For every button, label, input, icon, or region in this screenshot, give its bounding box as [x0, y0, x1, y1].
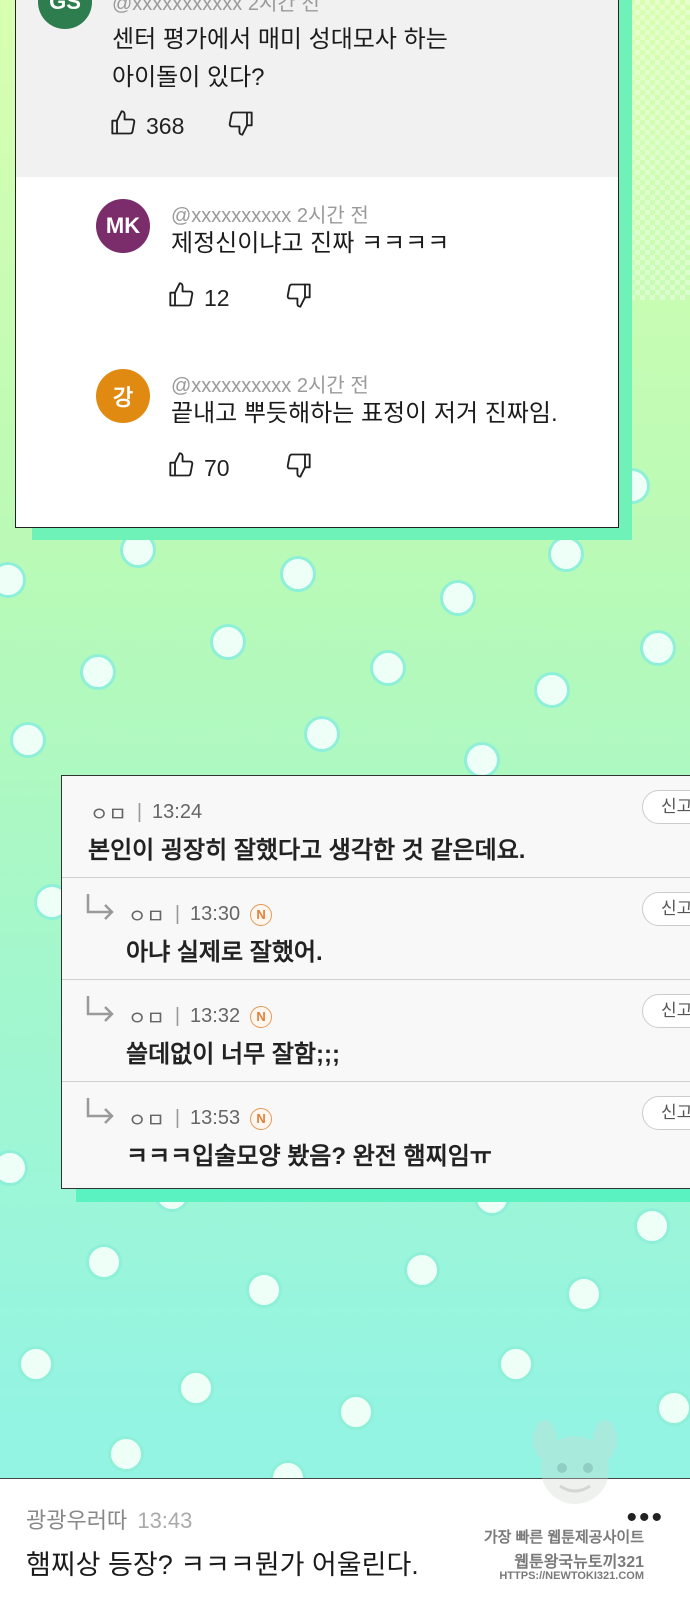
new-badge: N [250, 1005, 273, 1028]
new-badge: N [250, 1107, 273, 1130]
thumbs-down-icon[interactable] [284, 451, 312, 485]
comment-text: 본인이 굉장히 잘했다고 생각한 것 같은데요. [88, 837, 526, 864]
top-comment: GS @xxxxxxxxxxx 2시간 전 센터 평가에서 매미 성대모사 하는… [16, 0, 618, 177]
thumbs-up-icon[interactable] [110, 109, 138, 143]
report-button[interactable]: 신고 [642, 790, 690, 824]
reply-arrow-icon [84, 1096, 118, 1135]
comment-time: 13:30 [190, 903, 241, 925]
comment-handle: @xxxxxxxxxx 2시간 전 [171, 375, 369, 397]
reply-row: ㅇㅁ | 13:30 N 아냐 실제로 잘했어. 신고 [62, 878, 690, 980]
comment-user: ㅇㅁ [128, 906, 165, 928]
dot [86, 1244, 122, 1280]
comment-time: 13:43 [137, 1508, 193, 1533]
dot [548, 536, 584, 572]
dot [304, 716, 340, 752]
dot [634, 1208, 670, 1244]
avatar: GS [38, 0, 92, 29]
comment-meta: ㅇㅁ | 13:30 N [128, 900, 273, 929]
comment-user: ㅇㅁ [90, 804, 127, 826]
dot [246, 1272, 282, 1308]
thumbs-up-icon[interactable] [168, 451, 196, 485]
comment-text: 제정신이냐고 진짜 ㅋㅋㅋㅋ [171, 230, 450, 257]
reply-arrow-icon [84, 892, 118, 931]
like-row: 368 [110, 109, 254, 143]
dot [370, 650, 406, 686]
dot [0, 1150, 28, 1186]
dot [640, 630, 676, 666]
comment-handle: @xxxxxxxxxxx 2시간 전 [112, 0, 320, 15]
dot [80, 654, 116, 690]
comment-row: ㅇㅁ | 13:24 본인이 굉장히 잘했다고 생각한 것 같은데요. 신고 [62, 776, 690, 878]
meta-divider: | [174, 903, 181, 925]
comment-time: 13:24 [152, 801, 203, 823]
report-button[interactable]: 신고 [642, 1096, 690, 1130]
thumbs-down-icon[interactable] [226, 109, 254, 143]
comment-text: 아냐 실제로 잘했어. [126, 939, 323, 966]
comment-text-line2: 아이돌이 있다? [112, 64, 265, 91]
dot [10, 722, 46, 758]
avatar: MK [96, 199, 150, 253]
dot [280, 556, 316, 592]
dot [534, 672, 570, 708]
dot [464, 742, 500, 778]
thumbs-down-icon[interactable] [284, 281, 312, 315]
comment-text: 센터 평가에서 매미 성대모사 하는 아이돌이 있다? [112, 21, 448, 97]
dot [404, 1252, 440, 1288]
naver-comment-panel: ㅇㅁ | 13:24 본인이 굉장히 잘했다고 생각한 것 같은데요. 신고 ㅇ… [61, 775, 690, 1189]
dot [210, 624, 246, 660]
comment-text: 햄찌상 등장? ㅋㅋㅋ뭔가 어울린다. [26, 1550, 419, 1580]
dot [656, 1390, 690, 1426]
dot [566, 1276, 602, 1312]
meta-divider: | [174, 1107, 181, 1129]
report-button[interactable]: 신고 [642, 892, 690, 926]
comment-time: 13:53 [190, 1107, 241, 1129]
reply-row: ㅇㅁ | 13:32 N 쓸데없이 너무 잘함;;; 신고 [62, 980, 690, 1082]
report-button[interactable]: 신고 [642, 994, 690, 1028]
comment-meta: ㅇㅁ | 13:53 N [128, 1104, 273, 1133]
like-count: 368 [146, 112, 185, 139]
watermark-line1: 가장 빠른 웹툰제공사이트 [483, 1529, 644, 1546]
dot [498, 1346, 534, 1382]
like-count: 12 [204, 284, 230, 311]
meta-divider: | [174, 1005, 181, 1027]
comment-text: 끝내고 뿌듯해하는 표정이 저거 진짜임. [171, 400, 558, 427]
dot [18, 1346, 54, 1382]
comment-text-line1: 센터 평가에서 매미 성대모사 하는 [112, 26, 448, 53]
new-badge: N [250, 903, 273, 926]
reply-comment: 강 @xxxxxxxxxx 2시간 전 끝내고 뿌듯해하는 표정이 저거 진짜임… [16, 347, 618, 517]
comment-user: ㅇㅁ [128, 1008, 165, 1030]
like-row: 12 [168, 281, 312, 315]
comment-meta: ㅇㅁ | 13:24 [90, 798, 202, 827]
comment-meta: ㅇㅁ | 13:32 N [128, 1002, 273, 1031]
comment-user: ㅇㅁ [128, 1110, 165, 1132]
youtube-comment-panel: GS @xxxxxxxxxxx 2시간 전 센터 평가에서 매미 성대모사 하는… [15, 0, 619, 528]
comment-handle: @xxxxxxxxxx 2시간 전 [171, 205, 369, 227]
comment-meta: 광광우러따 13:43 [26, 1503, 192, 1535]
watermark-line2: 웹툰왕국뉴토끼321 [514, 1554, 644, 1571]
reply-arrow-icon [84, 994, 118, 1033]
dot [178, 1370, 214, 1406]
comment-text: ㅋㅋㅋ입술모양 봤음? 완전 햄찌임ㅠ [126, 1143, 492, 1170]
meta-divider: | [136, 801, 143, 823]
dot [108, 1436, 144, 1472]
dot [440, 580, 476, 616]
comment-time: 13:32 [190, 1005, 241, 1027]
watermark-line3: HTTPS://NEWTOKI321.COM [499, 1570, 644, 1582]
comment-text: 쓸데없이 너무 잘함;;; [126, 1041, 340, 1068]
dot [0, 562, 26, 598]
reply-comment: MK @xxxxxxxxxx 2시간 전 제정신이냐고 진짜 ㅋㅋㅋㅋ 12 [16, 177, 618, 347]
comment-user: 광광우러따 [26, 1508, 128, 1533]
dot [338, 1394, 374, 1430]
reply-row: ㅇㅁ | 13:53 N ㅋㅋㅋ입술모양 봤음? 완전 햄찌임ㅠ 신고 [62, 1082, 690, 1184]
avatar: 강 [96, 369, 150, 423]
thumbs-up-icon[interactable] [168, 281, 196, 315]
like-row: 70 [168, 451, 312, 485]
like-count: 70 [204, 454, 230, 481]
